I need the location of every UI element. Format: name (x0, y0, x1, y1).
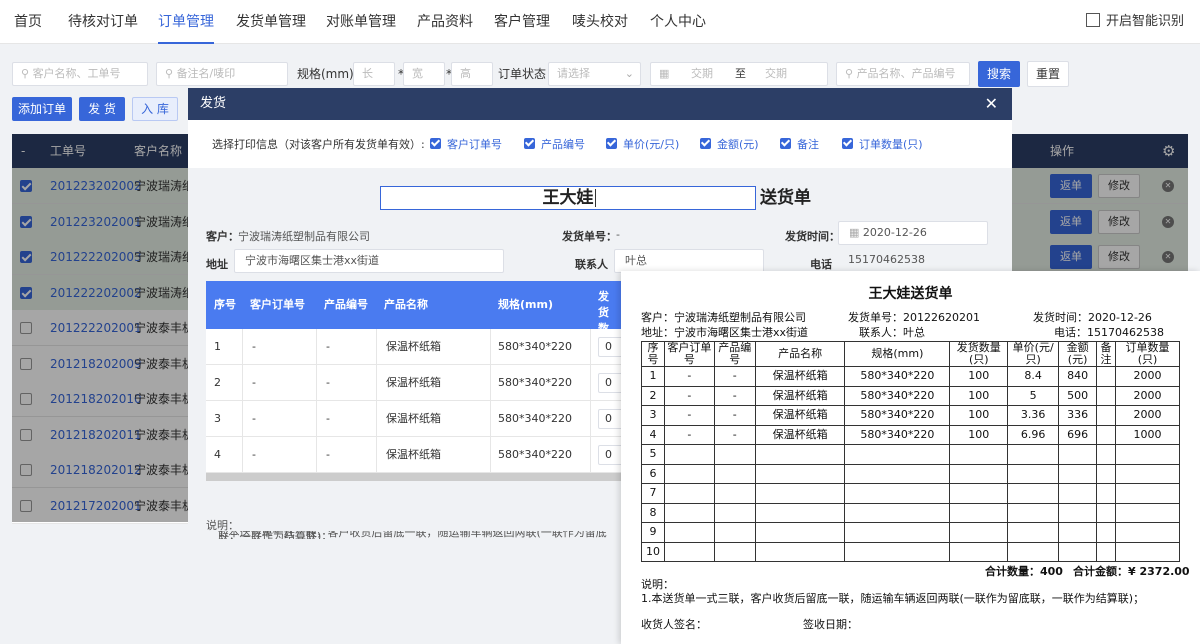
stock-in-button[interactable]: 入 库 (132, 97, 178, 121)
length-input[interactable]: 长 (353, 62, 395, 86)
print-title: 王大娃送货单 (868, 286, 953, 302)
checkbox-icon (430, 138, 441, 149)
print-total-qty: 合计数量：400 (985, 565, 1063, 578)
print-row: 7 (641, 483, 1180, 504)
dialog-title: 发货 (188, 88, 1012, 120)
add-order-button[interactable]: 添加订单 (12, 97, 72, 121)
print-ship-time: 发货时间：2020-12-26 (1033, 311, 1152, 324)
close-icon[interactable]: ✕ (985, 88, 998, 120)
print-col-header: 单价(元/只) (1007, 341, 1060, 367)
contact-label: 联系人 (575, 258, 608, 271)
address-input[interactable]: 宁波市海曙区集士港xx街道 (234, 249, 504, 273)
print-note-text: 1.本送货单一式三联，客户收货后留底一联，随运输车辆返回两联(一联作为留底联，一… (641, 592, 1145, 605)
customer-search-input[interactable]: ⚲ 客户名称、工单号 (12, 62, 148, 86)
checkbox-icon (524, 138, 535, 149)
print-ship-no: 发货单号：20122620201 (848, 311, 980, 324)
print-receiver: 收货人签名： (641, 618, 707, 631)
print-contact: 联系人：叶总 (859, 326, 925, 339)
width-input[interactable]: 宽 (403, 62, 445, 86)
print-col-header: 序号 (641, 341, 665, 367)
search-icon: ⚲ (165, 67, 177, 80)
calendar-icon: ▦ (659, 67, 670, 80)
print-row: 1- - 保温杯纸箱 580*340*220 100 8.4 840 2000 (641, 366, 1180, 387)
print-col-header: 客户订单号 (663, 341, 715, 367)
status-label: 订单状态 (498, 67, 547, 81)
nav-item[interactable]: 订单管理 (158, 0, 214, 44)
ship-time-input[interactable]: ▦ 2020-12-26 (838, 221, 988, 245)
print-options-prompt: 选择打印信息（对该客户所有发货单有效）: (212, 138, 425, 151)
dialog-note-text: 1.本送货单一式三联，客户收货后留底一联，随运输车辆返回两联(一联作为留底联，一… (218, 531, 607, 539)
nav-item[interactable]: 个人中心 (650, 0, 706, 44)
print-col-header: 订单数量(只) (1115, 341, 1180, 367)
search-icon: ⚲ (21, 67, 33, 80)
status-select[interactable]: 请选择 ⌄ (548, 62, 641, 86)
chevron-down-icon: ⌄ (624, 67, 634, 80)
customer-label: 客户： (206, 230, 239, 243)
print-col-header: 发货数量(只) (949, 341, 1009, 367)
print-row: 3- - 保温杯纸箱 580*340*220 100 3.36 336 2000 (641, 405, 1180, 426)
print-options: 选择打印信息（对该客户所有发货单有效）: 客户订单号 产品编号 单价(元/只) 金额(… (188, 120, 1012, 168)
search-icon: ⚲ (845, 67, 857, 80)
print-option-checkbox[interactable]: 产品编号 (524, 136, 585, 152)
ship-button[interactable]: 发 货 (79, 97, 125, 121)
print-table: 序号 客户订单号 产品编号 产品名称 规格(mm) 发货数量(只) 单价(元/只) 金额(元)… (641, 341, 1180, 562)
print-row: 8 (641, 502, 1180, 523)
nav-item[interactable]: 待核对订单 (68, 0, 138, 44)
checkbox-icon (606, 138, 617, 149)
print-row: 2- - 保温杯纸箱 580*340*220 100 5 500 2000 (641, 385, 1180, 406)
top-nav: 首页 待核对订单 订单管理 发货单管理 对账单管理 产品资料 客户管理 唛头校对 个人中心 开启… (0, 0, 1200, 44)
print-col-header: 产品名称 (754, 341, 846, 367)
print-preview: 王大娃送货单 客户：宁波瑞涛纸塑制品有限公司 发货单号：20122620201 … (621, 271, 1200, 644)
text-cursor (595, 189, 596, 207)
print-option-checkbox[interactable]: 备注 (780, 136, 819, 152)
nav-item[interactable]: 首页 (14, 0, 42, 44)
nav-item[interactable]: 产品资料 (417, 0, 473, 44)
ship-no-label: 发货单号： (562, 230, 617, 243)
checkbox-icon (842, 138, 853, 149)
print-total-amount: 合计金额：¥ 2372.00 (1073, 565, 1190, 578)
contact-input[interactable]: 叶总 (614, 249, 764, 273)
checkbox-icon (700, 138, 711, 149)
doc-title-input[interactable]: 王大娃 (380, 186, 756, 210)
nav-item[interactable]: 唛头校对 (572, 0, 628, 44)
delivery-date-range[interactable]: ▦ 交期 至 交期 (650, 62, 828, 86)
spec-label: 规格(mm) (297, 67, 354, 81)
print-row: 10 (641, 541, 1180, 562)
remark-search-input[interactable]: ⚲ 备注名/唛印 (156, 62, 288, 86)
print-sign-date: 签收日期： (803, 618, 858, 631)
product-search-input[interactable]: ⚲ 产品名称、产品编号 (836, 62, 970, 86)
smart-recognition-toggle[interactable]: 开启智能识别 (1085, 0, 1184, 44)
ship-no-value: - (616, 228, 620, 241)
print-col-header: 规格(mm) (844, 341, 951, 367)
print-row: 5 (641, 444, 1180, 465)
scan-icon (1085, 13, 1100, 27)
print-address: 地址：宁波市海曙区集士港xx街道 (641, 326, 809, 339)
phone-value[interactable]: 15170462538 (838, 249, 988, 273)
print-col-header: 产品编号 (713, 341, 756, 367)
nav-item[interactable]: 发货单管理 (236, 0, 306, 44)
print-option-checkbox[interactable]: 单价(元/只) (606, 136, 679, 152)
print-row: 9 (641, 522, 1180, 543)
height-input[interactable]: 高 (451, 62, 493, 86)
print-option-checkbox[interactable]: 订单数量(只) (842, 136, 923, 152)
print-phone: 电话：15170462538 (1054, 326, 1164, 339)
doc-title-suffix: 送货单 (760, 188, 811, 208)
print-row: 6 (641, 463, 1180, 484)
print-col-header: 金额(元) (1058, 341, 1098, 367)
checkbox-icon (780, 138, 791, 149)
calendar-icon: ▦ (849, 226, 863, 239)
print-row: 4- - 保温杯纸箱 580*340*220 100 6.96 696 1000 (641, 424, 1180, 445)
search-button[interactable]: 搜索 (978, 61, 1020, 87)
print-col-header: 备注 (1096, 341, 1117, 367)
reset-button[interactable]: 重置 (1027, 61, 1069, 87)
ship-time-label: 发货时间： (785, 230, 840, 243)
customer-value: 宁波瑞涛纸塑制品有限公司 (238, 230, 370, 243)
nav-item[interactable]: 对账单管理 (326, 0, 396, 44)
phone-label: 电话 (810, 258, 832, 271)
print-option-checkbox[interactable]: 客户订单号 (430, 136, 502, 152)
address-label: 地址 (206, 258, 228, 271)
nav-item[interactable]: 客户管理 (494, 0, 550, 44)
print-customer: 客户：宁波瑞涛纸塑制品有限公司 (641, 311, 806, 324)
print-option-checkbox[interactable]: 金额(元) (700, 136, 759, 152)
